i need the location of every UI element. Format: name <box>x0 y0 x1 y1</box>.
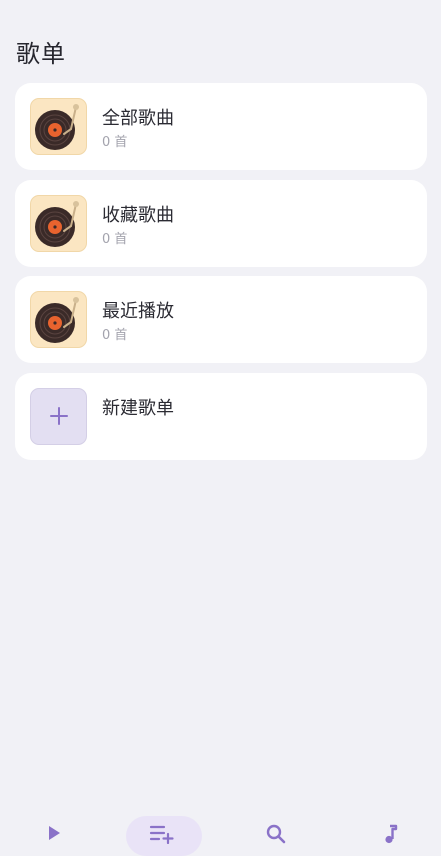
playlist-list: 全部歌曲 0 首 收藏歌曲 0 首 最近播放 0 首 新建歌单 <box>15 83 427 469</box>
page-title: 歌单 <box>16 40 66 68</box>
playlist-count: 0 首 <box>102 328 128 343</box>
playlist-count: 0 首 <box>102 135 128 150</box>
play-icon <box>49 826 60 840</box>
playlist-title: 最近播放 <box>102 301 174 322</box>
record-player-icon <box>30 194 87 252</box>
tab-playlists[interactable] <box>122 812 202 856</box>
tab-player[interactable] <box>14 812 94 844</box>
playlist-item-favorites[interactable]: 收藏歌曲 0 首 <box>15 179 427 267</box>
bottom-tab-bar <box>0 812 441 856</box>
playlist-item-all-songs[interactable]: 全部歌曲 0 首 <box>15 83 427 170</box>
tab-search[interactable] <box>236 812 316 844</box>
playlist-item-recent[interactable]: 最近播放 0 首 <box>15 276 427 363</box>
record-player-icon <box>30 291 87 348</box>
record-player-icon <box>30 98 87 155</box>
playlist-title: 全部歌曲 <box>102 108 174 129</box>
playlist-title: 收藏歌曲 <box>102 204 174 226</box>
new-playlist-button[interactable]: 新建歌单 <box>15 372 427 460</box>
new-playlist-title: 新建歌单 <box>102 397 174 419</box>
tab-music[interactable] <box>350 812 430 844</box>
playlist-count: 0 首 <box>102 231 128 247</box>
music-note-icon <box>385 824 398 844</box>
plus-icon <box>30 387 87 445</box>
playlist-add-icon <box>149 825 174 844</box>
search-icon <box>266 824 286 844</box>
